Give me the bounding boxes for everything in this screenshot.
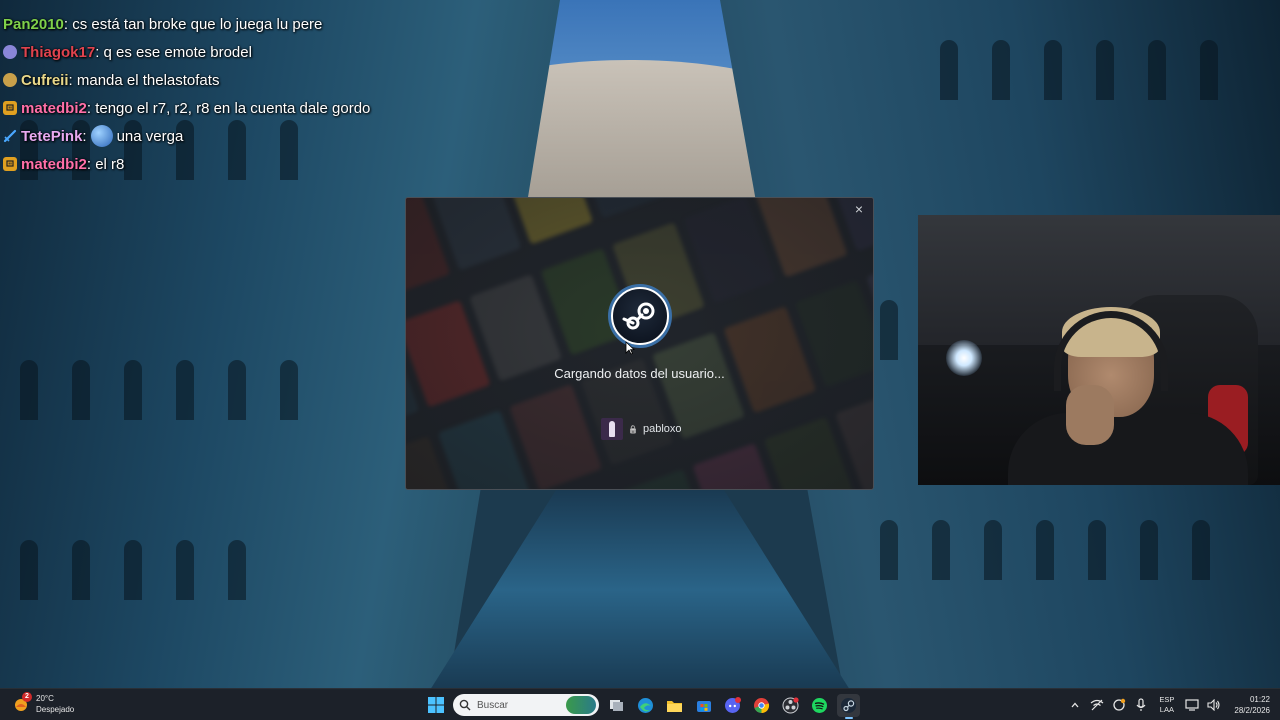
search-icon [459, 699, 471, 711]
chat-message: Cufreii : manda el thelastofats [3, 66, 370, 94]
chat-text: una verga [116, 127, 184, 145]
globe-emote-icon [90, 125, 113, 147]
store-button[interactable] [692, 694, 715, 717]
streamer-hand [1066, 385, 1114, 445]
steam-logo-icon [611, 287, 669, 345]
volume-icon[interactable] [1206, 697, 1222, 713]
chat-text: : [82, 127, 87, 145]
chat-text: : cs está tan broke que lo juega lu pere [63, 15, 323, 33]
search-highlight-image [566, 696, 596, 714]
moderator-badge-icon [3, 45, 17, 59]
weather-widget[interactable]: 2 20°C Despejado [12, 692, 75, 715]
sword-badge-icon [3, 129, 17, 143]
obs-button[interactable] [779, 694, 802, 717]
close-icon[interactable]: × [851, 201, 867, 217]
weather-sun-icon: 2 [12, 692, 32, 713]
mouse-cursor-icon [625, 341, 636, 360]
steam-username: pabloxo [642, 423, 682, 435]
webcam-light [946, 340, 982, 376]
chevron-up-icon[interactable] [1067, 697, 1083, 713]
spotify-button[interactable] [808, 694, 831, 717]
steam-loading-window[interactable]: × Cargando datos del usuario... 🔒 pablox… [405, 197, 874, 490]
lock-icon: 🔒 [628, 424, 638, 434]
streamer-body [1008, 413, 1248, 485]
steam-button[interactable] [837, 693, 860, 719]
edge-icon [638, 697, 653, 713]
steam-account-row: 🔒 pabloxo [601, 418, 682, 440]
chat-text: : manda el thelastofats [68, 71, 220, 89]
chat-text: : tengo el r7, r2, r8 en la cuenta dale … [86, 99, 371, 117]
chat-text: : el r8 [86, 155, 125, 173]
file-explorer-button[interactable] [663, 694, 686, 717]
display-icon[interactable] [1184, 697, 1200, 713]
language-indicator[interactable]: ESP LAA [1159, 695, 1174, 715]
task-view-button[interactable] [605, 694, 628, 717]
chat-username: matedbi2 [21, 155, 87, 173]
taskbar-search[interactable] [453, 694, 599, 716]
subscriber-badge-icon [3, 73, 17, 87]
chat-username: Thiagok17 [21, 43, 96, 61]
wallpaper-canal [430, 490, 850, 690]
stream-chat: Pan2010 : cs está tan broke que lo juega… [3, 10, 370, 178]
obs-icon [782, 696, 799, 713]
edge-button[interactable] [634, 694, 657, 717]
chat-message: Pan2010 : cs está tan broke que lo juega… [3, 10, 370, 38]
chat-message: TetePink : una verga [3, 122, 370, 150]
windows-logo-icon [427, 697, 444, 713]
taskbar-apps [424, 693, 860, 719]
steam-icon [841, 697, 856, 713]
chrome-button[interactable] [750, 694, 773, 717]
loading-status-text: Cargando datos del usuario... [554, 366, 725, 381]
network-disconnected-icon[interactable] [1089, 697, 1105, 713]
windows-taskbar: 2 20°C Despejado Buscar ESP LAA 01:22 28… [0, 688, 1280, 720]
chat-text: : q es ese emote brodel [95, 43, 252, 61]
start-button[interactable] [424, 694, 447, 717]
update-icon[interactable] [1111, 697, 1127, 713]
chat-message: Thiagok17 : q es ese emote brodel [3, 38, 370, 66]
task-view-icon [609, 700, 623, 711]
chat-message: matedbi2 : tengo el r7, r2, r8 en la cue… [3, 94, 370, 122]
clock-date: 28/2/2026 [1234, 706, 1270, 715]
clock-time: 01:22 [1249, 695, 1270, 704]
weather-temperature: 20°C [36, 694, 54, 703]
avatar [601, 418, 623, 440]
twitch-badge-icon [3, 157, 17, 171]
search-input[interactable] [477, 699, 557, 711]
weather-condition: Despejado [36, 705, 75, 714]
store-icon [696, 701, 711, 712]
language-code: ESP [1159, 695, 1175, 704]
twitch-badge-icon [3, 101, 17, 115]
chat-message: matedbi2 : el r8 [3, 150, 370, 178]
weather-alert-badge: 2 [22, 692, 32, 702]
chat-username: matedbi2 [21, 99, 87, 117]
discord-icon [725, 696, 741, 713]
chat-username: TetePink [21, 127, 83, 145]
discord-button[interactable] [721, 694, 744, 717]
system-tray: ESP LAA 01:22 28/2/2026 [1067, 689, 1280, 720]
webcam-feed [918, 215, 1280, 485]
microphone-icon[interactable] [1133, 697, 1149, 713]
keyboard-layout: LAA [1159, 705, 1174, 714]
chat-username: Pan2010 [3, 15, 64, 33]
chat-username: Cufreii [21, 71, 69, 89]
system-clock[interactable]: 01:22 28/2/2026 [1234, 694, 1270, 716]
spotify-icon [812, 697, 827, 713]
folder-icon [667, 700, 682, 712]
chrome-icon [754, 697, 770, 713]
